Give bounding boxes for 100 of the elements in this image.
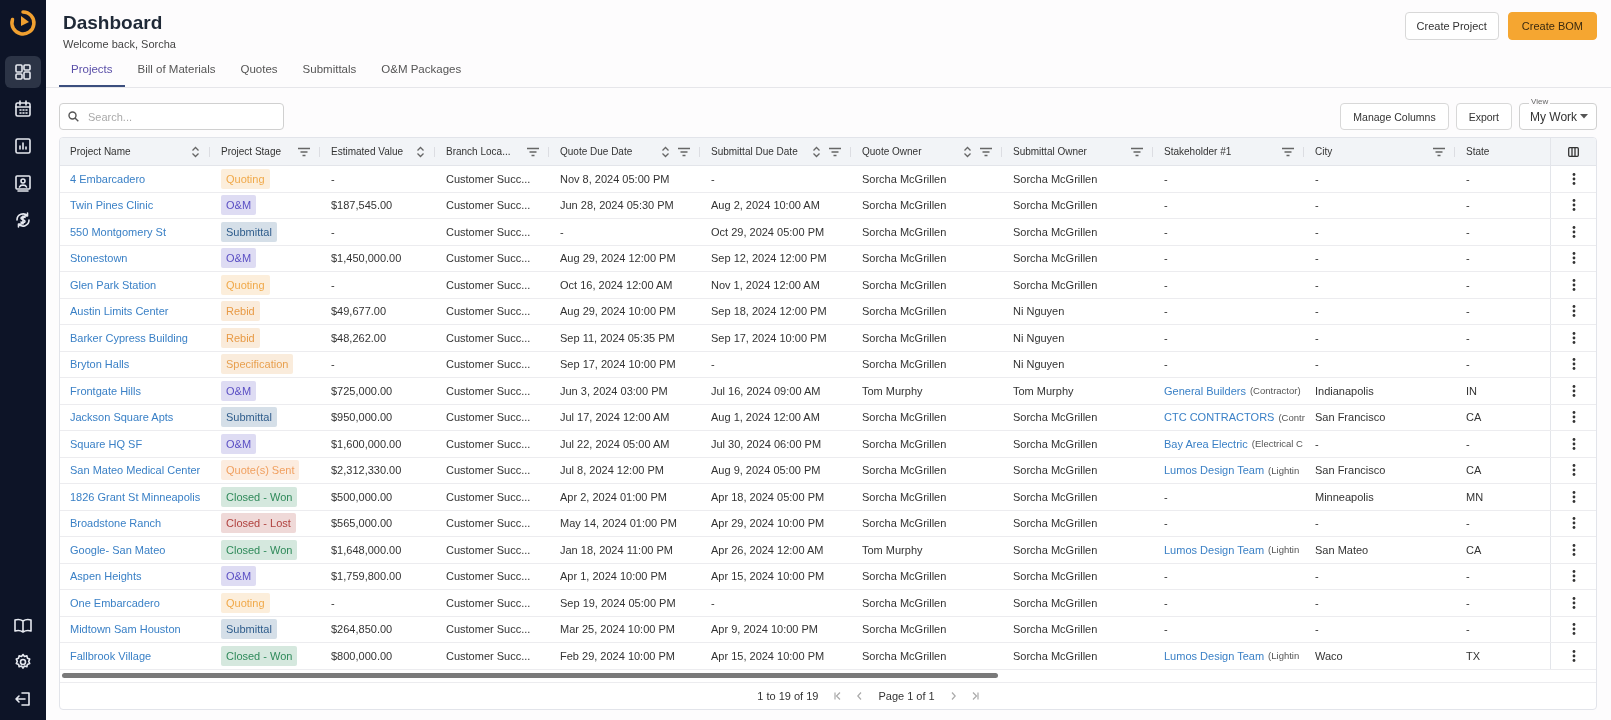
table-cell: -: [1315, 358, 1319, 371]
project-link[interactable]: Google- San Mateo: [70, 543, 166, 556]
project-link[interactable]: Glen Park Station: [70, 278, 157, 291]
filter-icon[interactable]: [527, 146, 539, 157]
stage-tag: Quoting: [221, 592, 270, 613]
filter-icon[interactable]: [1433, 146, 1445, 157]
filter-icon[interactable]: [1282, 146, 1294, 157]
project-link[interactable]: Fallbrook Village: [70, 649, 152, 662]
project-link[interactable]: Square HQ SF: [70, 437, 143, 450]
column-header[interactable]: Project Stage: [211, 138, 321, 165]
column-header[interactable]: Submittal Owner: [1003, 138, 1154, 165]
stakeholder-link[interactable]: Lumos Design Team: [1164, 543, 1265, 556]
column-header[interactable]: Project Name: [60, 138, 211, 165]
more-icon[interactable]: [1571, 464, 1576, 477]
search-field[interactable]: Search...: [59, 103, 284, 130]
filter-icon[interactable]: [1131, 146, 1143, 157]
project-link[interactable]: Midtown Sam Houston: [70, 623, 181, 636]
more-icon[interactable]: [1571, 490, 1576, 503]
columns-icon[interactable]: [1567, 146, 1579, 157]
column-title: City: [1315, 146, 1333, 157]
more-icon[interactable]: [1571, 172, 1576, 185]
more-icon[interactable]: [1571, 649, 1576, 662]
table-cell: Tom Murphy: [862, 543, 923, 556]
more-icon[interactable]: [1571, 570, 1576, 583]
more-icon[interactable]: [1571, 596, 1576, 609]
project-link[interactable]: 4 Embarcadero: [70, 172, 146, 185]
nav-item[interactable]: [5, 56, 41, 88]
stage-tag: Submittal: [221, 221, 277, 242]
project-link[interactable]: Jackson Square Apts: [70, 411, 174, 424]
filter-icon[interactable]: [829, 146, 841, 157]
column-header[interactable]: Estimated Value: [321, 138, 436, 165]
toolbar-button[interactable]: Export: [1455, 103, 1512, 130]
project-link[interactable]: Frontgate Hills: [70, 384, 141, 397]
sort-icon[interactable]: [812, 145, 821, 158]
filter-icon[interactable]: [298, 146, 310, 157]
table-cell: -: [1315, 305, 1319, 318]
more-icon[interactable]: [1571, 543, 1576, 556]
tab[interactable]: Bill of Materials: [125, 57, 228, 87]
project-link[interactable]: Twin Pines Clinic: [70, 199, 154, 212]
more-icon[interactable]: [1571, 225, 1576, 238]
more-icon[interactable]: [1571, 517, 1576, 530]
tab[interactable]: Projects: [59, 57, 125, 87]
project-link[interactable]: San Mateo Medical Center: [70, 464, 201, 477]
table-cell: -: [1315, 252, 1319, 265]
more-icon[interactable]: [1571, 331, 1576, 344]
tab[interactable]: Submittals: [290, 57, 369, 87]
tab[interactable]: O&M Packages: [369, 57, 474, 87]
project-link[interactable]: 550 Montgomery St: [70, 225, 166, 238]
column-header[interactable]: Branch Loca...: [436, 138, 550, 165]
filter-icon[interactable]: [980, 146, 992, 157]
project-link[interactable]: Stonestown: [70, 252, 128, 265]
sort-icon[interactable]: [963, 145, 972, 158]
sort-icon[interactable]: [416, 145, 425, 158]
filter-icon[interactable]: [678, 146, 690, 157]
stakeholder-link[interactable]: Bay Area Electric: [1164, 437, 1248, 450]
column-header[interactable]: Stakeholder #1: [1154, 138, 1305, 165]
table-cell: Sorcha McGrillen: [862, 596, 947, 609]
more-icon[interactable]: [1571, 437, 1576, 450]
more-icon[interactable]: [1571, 278, 1576, 291]
project-link[interactable]: Bryton Halls: [70, 358, 130, 371]
stakeholder-link[interactable]: CTC CONTRACTORS: [1164, 411, 1275, 424]
tab[interactable]: Quotes: [228, 57, 290, 87]
create-bom-button[interactable]: Create BOM: [1507, 12, 1597, 40]
table-cell: Nov 1, 2024 12:00 AM: [711, 278, 820, 291]
column-header[interactable]: Submittal Due Date: [701, 138, 852, 165]
more-icon[interactable]: [1571, 384, 1576, 397]
stakeholder-link[interactable]: Lumos Design Team: [1164, 649, 1265, 662]
table-cell: Sorcha McGrillen: [862, 649, 947, 662]
more-icon[interactable]: [1571, 358, 1576, 371]
column-header[interactable]: Quote Owner: [852, 138, 1003, 165]
toolbar-button[interactable]: Manage Columns: [1340, 103, 1449, 130]
project-link[interactable]: Barker Cypress Building: [70, 331, 188, 344]
more-icon[interactable]: [1571, 199, 1576, 212]
table-cell: Customer Succ...: [446, 331, 531, 344]
sort-icon[interactable]: [191, 145, 200, 158]
column-header[interactable]: City: [1305, 138, 1456, 165]
more-icon[interactable]: [1571, 252, 1576, 265]
column-header[interactable]: Quote Due Date: [550, 138, 701, 165]
stakeholder-link[interactable]: Lumos Design Team: [1164, 464, 1265, 477]
more-icon[interactable]: [1571, 411, 1576, 424]
stage-tag: Specification: [221, 354, 294, 375]
project-link[interactable]: Aspen Heights: [70, 570, 142, 583]
sort-icon[interactable]: [661, 145, 670, 158]
more-icon[interactable]: [1571, 305, 1576, 318]
more-icon[interactable]: [1571, 623, 1576, 636]
table-cell: Sorcha McGrillen: [862, 464, 947, 477]
stage-tag: Closed - Won: [221, 539, 298, 560]
row-count: 1 to 19 of 19: [757, 689, 819, 702]
project-link[interactable]: Broadstone Ranch: [70, 517, 162, 530]
project-link[interactable]: 1826 Grant St Minneapolis: [70, 490, 201, 503]
table-cell: Sorcha McGrillen: [1013, 490, 1098, 503]
project-link[interactable]: Austin Limits Center: [70, 305, 169, 318]
create-project-button[interactable]: Create Project: [1404, 12, 1499, 40]
table-cell: $48,262.00: [331, 331, 387, 344]
column-title: State: [1466, 146, 1490, 157]
table-cell: Sorcha McGrillen: [862, 172, 947, 185]
column-header[interactable]: State: [1456, 138, 1550, 165]
table-cell: Sorcha McGrillen: [1013, 570, 1098, 583]
project-link[interactable]: One Embarcadero: [70, 596, 160, 609]
stakeholder-link[interactable]: General Builders: [1164, 384, 1246, 397]
